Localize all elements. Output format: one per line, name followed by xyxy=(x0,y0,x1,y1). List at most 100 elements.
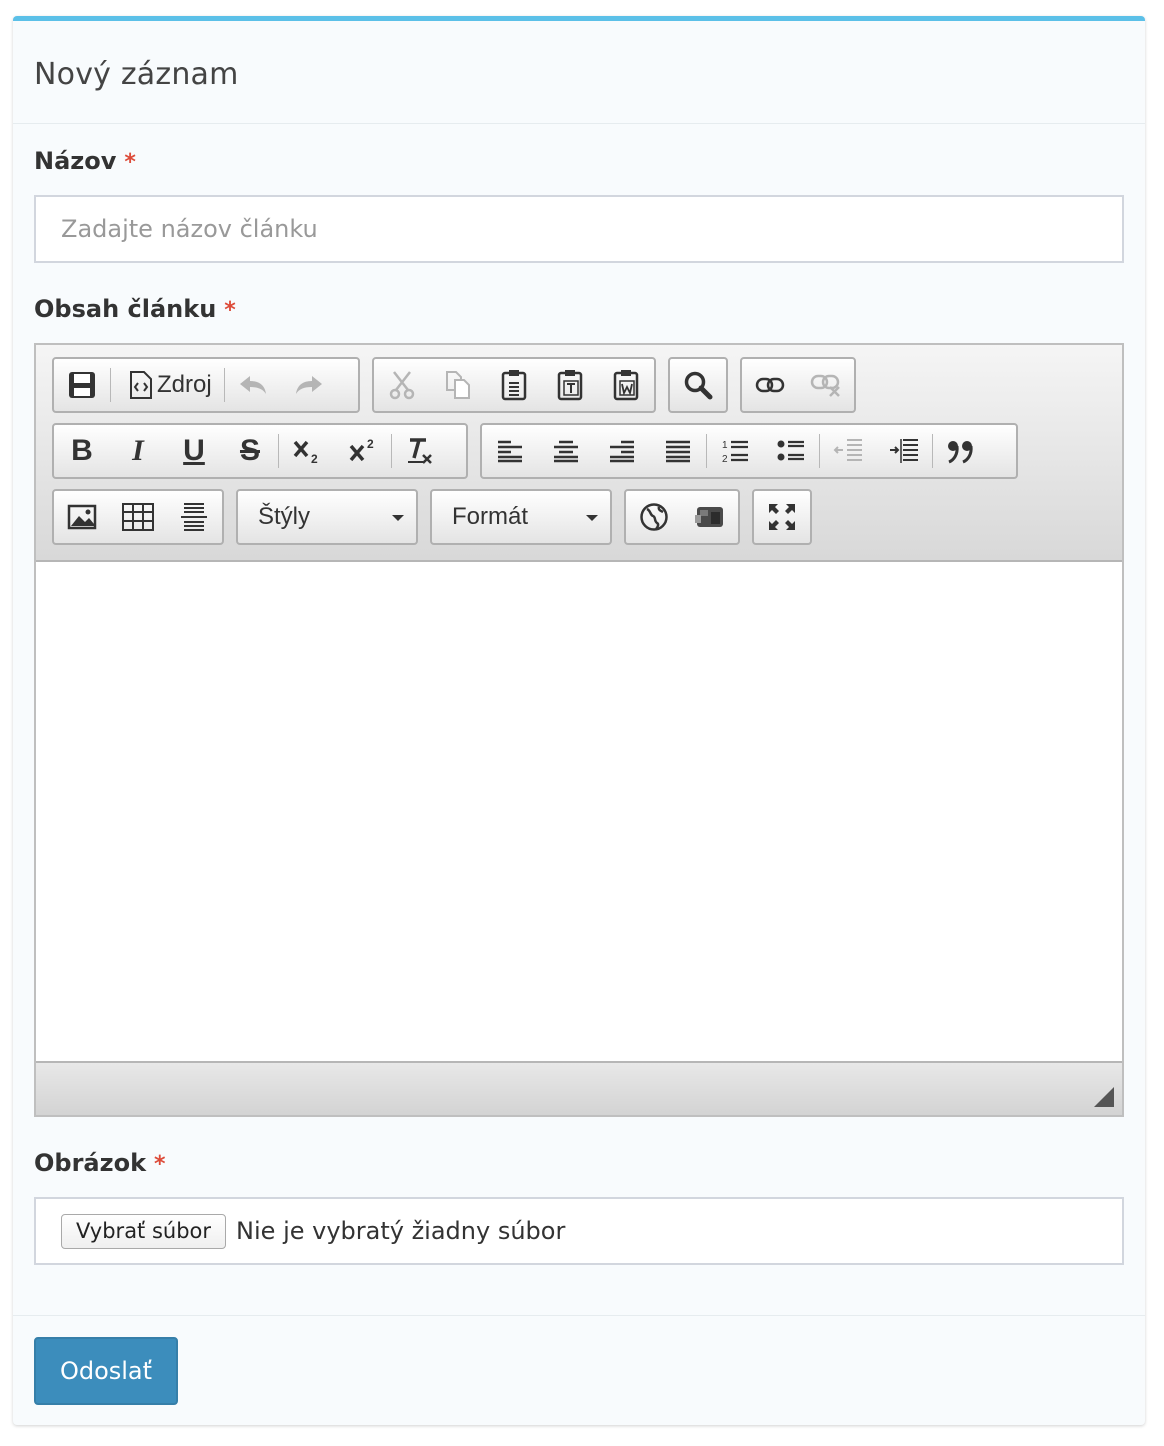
source-icon xyxy=(129,371,153,399)
toolbar-group-clipboard xyxy=(372,357,656,413)
align-right-button[interactable] xyxy=(594,425,650,477)
content-label-text: Obsah článku xyxy=(34,295,217,323)
numbered-list-button[interactable]: 12 xyxy=(707,425,763,477)
justify-button[interactable] xyxy=(650,425,706,477)
paste-word-icon xyxy=(612,369,640,401)
outdent-icon xyxy=(833,438,863,464)
maximize-icon xyxy=(767,502,797,532)
choose-file-button[interactable]: Vybrať súbor xyxy=(61,1213,227,1249)
title-input[interactable]: Zadajte názov článku xyxy=(34,195,1124,263)
subscript-icon: 2 xyxy=(292,437,322,465)
outdent-button[interactable] xyxy=(820,425,876,477)
link-button[interactable] xyxy=(742,359,798,411)
italic-icon: I xyxy=(132,434,144,467)
copy-button[interactable] xyxy=(430,359,486,411)
unlink-button[interactable] xyxy=(798,359,854,411)
image-icon xyxy=(67,504,97,530)
horizontal-rule-icon xyxy=(180,502,208,532)
toolbar-group-find xyxy=(668,357,728,413)
resize-handle[interactable] xyxy=(1094,1087,1114,1107)
paste-button[interactable] xyxy=(486,359,542,411)
title-label-text: Názov xyxy=(34,147,117,175)
save-icon xyxy=(67,370,97,400)
new-record-box: Nový záznam Názov * Zadajte názov článku … xyxy=(13,16,1145,1425)
maximize-button[interactable] xyxy=(754,491,810,543)
toolbar-group-plugins xyxy=(624,489,740,545)
svg-text:1: 1 xyxy=(722,440,728,451)
strike-button[interactable]: S xyxy=(222,425,278,477)
table-icon xyxy=(122,503,154,531)
copy-icon xyxy=(444,370,472,400)
title-label: Názov * xyxy=(34,147,136,175)
align-left-button[interactable] xyxy=(482,425,538,477)
box-header: Nový záznam xyxy=(13,21,1145,124)
format-dropdown[interactable]: Formát xyxy=(430,489,612,545)
paste-icon xyxy=(500,369,528,401)
toolbar-group-basic-styles: B I U S 2 2 xyxy=(52,423,468,479)
rich-text-editor: Zdroj B I U S 2 2 1 2 Štýly Formát xyxy=(34,343,1124,1117)
media-embed-icon xyxy=(694,503,726,531)
paste-word-button[interactable] xyxy=(598,359,654,411)
cut-button[interactable] xyxy=(374,359,430,411)
link-icon xyxy=(755,376,785,394)
save-button[interactable] xyxy=(54,359,110,411)
horizontal-rule-button[interactable] xyxy=(166,491,222,543)
bulleted-list-button[interactable] xyxy=(763,425,819,477)
chevron-down-icon xyxy=(586,515,598,521)
svg-text:2: 2 xyxy=(311,452,318,465)
search-icon xyxy=(683,370,713,400)
toolbar-group-insert xyxy=(52,489,224,545)
source-label: Zdroj xyxy=(157,371,212,398)
cut-icon xyxy=(388,370,416,400)
required-mark: * xyxy=(224,298,236,323)
align-left-icon xyxy=(497,439,523,463)
page-title: Nový záznam xyxy=(34,57,239,92)
chevron-down-icon xyxy=(392,515,404,521)
required-mark: * xyxy=(124,150,136,175)
styles-dropdown[interactable]: Štýly xyxy=(236,489,418,545)
blockquote-button[interactable] xyxy=(933,425,989,477)
language-button[interactable] xyxy=(626,491,682,543)
remove-format-button[interactable] xyxy=(392,425,448,477)
indent-button[interactable] xyxy=(876,425,932,477)
source-button[interactable]: Zdroj xyxy=(111,359,224,411)
title-input-placeholder: Zadajte názov článku xyxy=(61,215,318,243)
image-button[interactable] xyxy=(54,491,110,543)
editor-status-bar xyxy=(36,1063,1122,1115)
remove-format-icon xyxy=(405,436,435,466)
undo-icon xyxy=(238,374,268,396)
svg-text:2: 2 xyxy=(367,437,374,451)
subscript-button[interactable]: 2 xyxy=(279,425,335,477)
bold-button[interactable]: B xyxy=(54,425,110,477)
justify-icon xyxy=(665,439,691,463)
redo-icon xyxy=(294,374,324,396)
editor-content-area[interactable] xyxy=(36,562,1122,1063)
globe-icon xyxy=(639,502,669,532)
image-label: Obrázok * xyxy=(34,1149,166,1177)
bold-icon: B xyxy=(71,434,93,467)
table-button[interactable] xyxy=(110,491,166,543)
underline-button[interactable]: U xyxy=(166,425,222,477)
toolbar-group-paragraph: 12 xyxy=(480,423,1018,479)
box-footer: Odoslať xyxy=(13,1315,1145,1425)
find-button[interactable] xyxy=(670,359,726,411)
paste-text-icon xyxy=(556,369,584,401)
redo-button[interactable] xyxy=(281,359,337,411)
toolbar-group-links xyxy=(740,357,856,413)
media-embed-button[interactable] xyxy=(682,491,738,543)
align-center-icon xyxy=(553,439,579,463)
paste-text-button[interactable] xyxy=(542,359,598,411)
required-mark: * xyxy=(154,1152,166,1177)
submit-button[interactable]: Odoslať xyxy=(34,1337,178,1405)
toolbar-group-document: Zdroj xyxy=(52,357,360,413)
undo-button[interactable] xyxy=(225,359,281,411)
italic-button[interactable]: I xyxy=(110,425,166,477)
format-dropdown-label: Formát xyxy=(452,503,529,530)
svg-text:2: 2 xyxy=(722,454,728,464)
bulleted-list-icon xyxy=(777,438,805,464)
align-center-button[interactable] xyxy=(538,425,594,477)
editor-toolbar: Zdroj B I U S 2 2 1 2 Štýly Formát xyxy=(36,345,1122,562)
content-label: Obsah článku * xyxy=(34,295,236,323)
superscript-button[interactable]: 2 xyxy=(335,425,391,477)
toolbar-group-tools xyxy=(752,489,812,545)
